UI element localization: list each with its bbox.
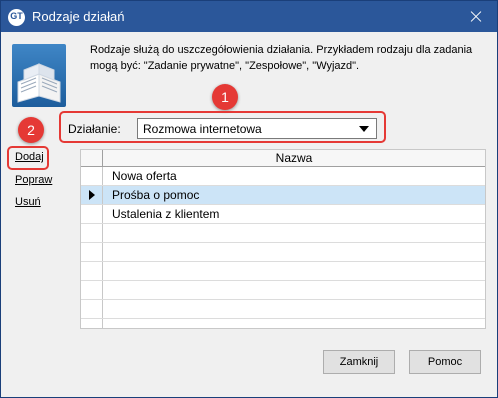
annotation-badge-1: 1 [212, 84, 238, 110]
table-row-empty [81, 243, 485, 262]
row-marker [81, 167, 103, 185]
chevron-down-icon[interactable] [359, 126, 369, 132]
table-cell-name: Nowa oferta [112, 169, 177, 183]
add-link[interactable]: Dodaj [15, 151, 44, 163]
column-header-name[interactable]: Nazwa [103, 151, 485, 165]
table-cell-name: Ustalenia z klientem [112, 207, 220, 221]
table-cell-name: Prośba o pomoc [112, 188, 200, 202]
delete-link[interactable]: Usuń [15, 196, 41, 208]
current-row-arrow-icon [89, 190, 95, 200]
table-row-empty [81, 281, 485, 300]
window-title: Rodzaje działań [32, 9, 125, 24]
annotation-badge-2: 2 [18, 117, 44, 143]
action-label: Działanie: [68, 122, 121, 136]
open-book-icon [12, 44, 66, 107]
table-row-empty [81, 262, 485, 281]
table-row-empty [81, 319, 485, 328]
app-logo-icon: GT [8, 9, 25, 26]
table-header: Nazwa [81, 150, 485, 167]
row-marker [81, 205, 103, 223]
table-row[interactable]: Nowa oferta [81, 167, 485, 186]
table-header-corner [81, 150, 103, 166]
close-window-icon[interactable] [455, 1, 497, 32]
dialog-window: GT Rodzaje działań Rodzaje służą do uszc… [0, 0, 498, 398]
help-button[interactable]: Pomoc [409, 350, 481, 374]
close-button[interactable]: Zamknij [323, 350, 395, 374]
table-row[interactable]: Ustalenia z klientem [81, 205, 485, 224]
action-select-value: Rozmowa internetowa [143, 122, 262, 136]
types-table: Nazwa Nowa oferta Prośba o pomoc Ustalen… [80, 149, 486, 329]
action-select[interactable]: Rozmowa internetowa [137, 118, 377, 139]
description-text: Rodzaje służą do uszczegółowienia działa… [90, 44, 473, 72]
table-row-empty [81, 300, 485, 319]
table-row-selected[interactable]: Prośba o pomoc [81, 186, 485, 205]
title-bar[interactable]: GT Rodzaje działań [1, 1, 497, 32]
row-marker [81, 186, 103, 204]
edit-link[interactable]: Popraw [15, 174, 52, 186]
table-row-empty [81, 224, 485, 243]
